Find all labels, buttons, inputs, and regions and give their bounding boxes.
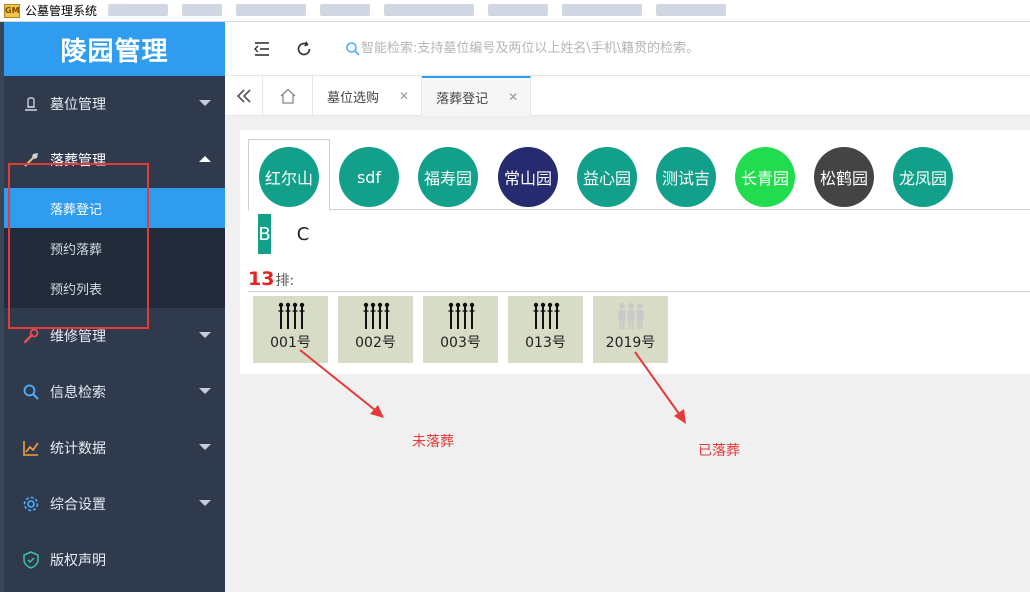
- area-selector: B C: [258, 214, 313, 254]
- cemetery-button[interactable]: 长青园: [735, 147, 795, 207]
- cemetery-button[interactable]: 益心园: [577, 147, 637, 207]
- app-icon: GM: [4, 3, 20, 18]
- tab-label: 墓位选购: [327, 90, 380, 106]
- tab-bar: 墓位选购 ✕ 落葬登记 ✕: [225, 76, 1030, 116]
- area-button[interactable]: C: [293, 214, 313, 254]
- tombstone-icon: [22, 95, 40, 113]
- shield-icon: [22, 551, 40, 569]
- plot-cell-empty[interactable]: 002号: [338, 296, 413, 363]
- annotation-buried: 已落葬: [698, 443, 740, 459]
- plot-status-icon: [616, 302, 646, 330]
- chevron-down-icon: [199, 500, 211, 506]
- menu-item-label: 统计数据: [50, 441, 106, 457]
- menu-item-label: 版权声明: [50, 553, 106, 569]
- menu-item-copyright[interactable]: 版权声明: [4, 532, 225, 588]
- chevron-down-icon: [199, 100, 211, 106]
- plot-cell-empty[interactable]: 001号: [253, 296, 328, 363]
- row-divider: [248, 291, 1030, 292]
- home-icon: [280, 88, 295, 104]
- plot-label: 003号: [440, 335, 481, 351]
- tab-burial-registration[interactable]: 落葬登记 ✕: [422, 76, 532, 116]
- plot-cell-empty[interactable]: 003号: [423, 296, 498, 363]
- shovel-icon: [22, 151, 40, 169]
- plot-status-icon: [276, 302, 306, 330]
- burial-submenu: 落葬登记 预约落葬 预约列表: [4, 188, 225, 308]
- sidebar: 陵园管理 墓位管理 落葬管理 落葬登记 预约落葬 预约列表 维修管理 信息检索: [0, 22, 225, 592]
- search-icon: [22, 383, 40, 401]
- cemetery-button[interactable]: 红尔山: [259, 147, 319, 207]
- annotation-not-buried: 未落葬: [412, 434, 454, 450]
- cemetery-button[interactable]: 松鹤园: [814, 147, 874, 207]
- logo-title: 陵园管理: [4, 22, 225, 76]
- menu-item-label: 信息检索: [50, 385, 106, 401]
- menu-item-label: 维修管理: [50, 329, 106, 345]
- search-input[interactable]: [361, 41, 861, 56]
- plot-status-icon: [446, 302, 476, 330]
- menu-item-tomb-management[interactable]: 墓位管理: [4, 76, 225, 132]
- double-chevron-left-icon: [236, 89, 251, 103]
- chart-icon: [22, 439, 40, 457]
- plot-label: 001号: [270, 335, 311, 351]
- close-icon[interactable]: ✕: [508, 90, 518, 104]
- menu-item-label: 墓位管理: [50, 97, 106, 113]
- tabs-scroll-left-button[interactable]: [225, 76, 263, 116]
- menu-item-repair-management[interactable]: 维修管理: [4, 308, 225, 364]
- plot-label: 013号: [525, 335, 566, 351]
- window-title: 公墓管理系统: [25, 4, 98, 18]
- close-icon[interactable]: ✕: [399, 89, 409, 103]
- menu-item-statistics[interactable]: 统计数据: [4, 420, 225, 476]
- wrench-icon: [22, 327, 40, 345]
- menu-item-general-settings[interactable]: 综合设置: [4, 476, 225, 532]
- plot-label: 002号: [355, 335, 396, 351]
- cemetery-tabs: 红尔山 sdf 福寿园 常山园 益心园 测试吉 长青园 松鹤园 龙凤园: [248, 139, 1030, 211]
- menu-item-label: 综合设置: [50, 497, 106, 513]
- cemetery-button[interactable]: 福寿园: [418, 147, 478, 207]
- cemetery-button[interactable]: 测试吉: [656, 147, 716, 207]
- menu-item-info-search[interactable]: 信息检索: [4, 364, 225, 420]
- cemetery-button[interactable]: 龙凤园: [893, 147, 953, 207]
- cemetery-button[interactable]: sdf: [339, 147, 399, 207]
- row-label: 13 排:: [248, 268, 294, 290]
- tab-tomb-purchase[interactable]: 墓位选购 ✕: [313, 76, 423, 116]
- background-window-strip: [108, 4, 1028, 18]
- refresh-icon: [297, 40, 311, 55]
- plot-status-icon: [361, 302, 391, 330]
- row-number: 13: [248, 268, 275, 290]
- menu-item-burial-management[interactable]: 落葬管理: [4, 132, 225, 188]
- gear-icon: [22, 495, 40, 513]
- submenu-item-burial-reservation[interactable]: 预约落葬: [4, 228, 225, 268]
- plot-cell-empty[interactable]: 013号: [508, 296, 583, 363]
- collapse-menu-button[interactable]: [247, 34, 277, 64]
- indent-icon: [254, 41, 269, 56]
- submenu-item-reservation-list[interactable]: 预约列表: [4, 268, 225, 308]
- plot-status-icon: [531, 302, 561, 330]
- burial-registration-panel: 红尔山 sdf 福寿园 常山园 益心园 测试吉 长青园 松鹤园 龙凤园 B C …: [240, 130, 1030, 374]
- plot-label: 2019号: [605, 335, 656, 351]
- window-title-bar: GM 公墓管理系统: [0, 0, 1030, 22]
- menu-item-label: 落葬管理: [50, 153, 106, 169]
- search-icon: [346, 41, 360, 56]
- chevron-down-icon: [199, 444, 211, 450]
- top-header: [225, 22, 1030, 76]
- chevron-down-icon: [199, 388, 211, 394]
- tab-label: 落葬登记: [436, 91, 489, 107]
- row-suffix: 排:: [275, 273, 295, 289]
- chevron-down-icon: [199, 332, 211, 338]
- home-tab-button[interactable]: [263, 76, 313, 116]
- plot-cell-buried[interactable]: 2019号: [593, 296, 668, 363]
- refresh-button[interactable]: [289, 34, 319, 64]
- cemetery-button[interactable]: 常山园: [498, 147, 558, 207]
- smart-search: [345, 34, 865, 64]
- submenu-item-burial-registration[interactable]: 落葬登记: [4, 188, 225, 228]
- chevron-up-icon: [199, 156, 211, 162]
- area-button-selected[interactable]: B: [258, 214, 271, 254]
